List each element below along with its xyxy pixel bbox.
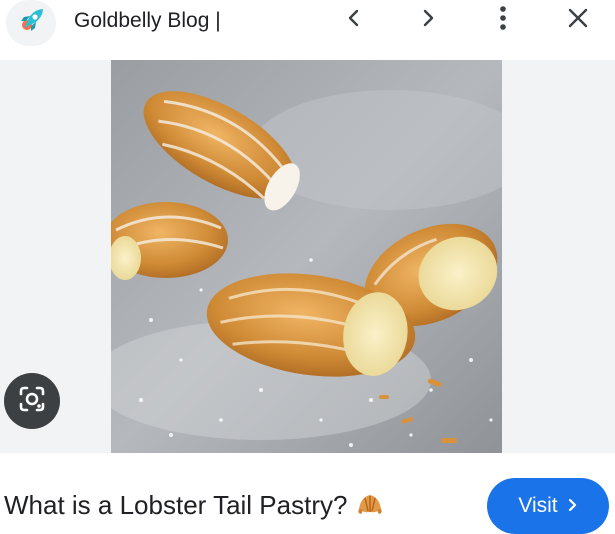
site-title[interactable]: Goldbelly Blog | xyxy=(74,8,221,34)
chevron-right-icon xyxy=(418,8,438,33)
visit-label: Visit xyxy=(518,494,558,517)
previous-button[interactable] xyxy=(336,2,372,38)
close-button[interactable] xyxy=(560,2,596,38)
viewer-header: Goldbelly Blog | xyxy=(0,0,615,60)
more-options-button[interactable] xyxy=(485,2,521,38)
rocket-icon xyxy=(16,6,46,41)
close-icon xyxy=(567,7,589,34)
result-title-text: What is a Lobster Tail Pastry? xyxy=(4,490,348,520)
more-vertical-icon xyxy=(497,5,509,36)
croissant-icon xyxy=(355,489,385,526)
lobster-tail-pastry-image[interactable] xyxy=(111,60,502,453)
chevron-left-icon xyxy=(344,8,364,33)
image-preview-area xyxy=(0,60,615,453)
google-lens-button[interactable] xyxy=(4,373,60,429)
site-favicon[interactable] xyxy=(6,0,56,46)
next-button[interactable] xyxy=(410,2,446,38)
google-lens-icon xyxy=(18,385,46,418)
chevron-right-icon xyxy=(566,494,578,518)
result-title[interactable]: What is a Lobster Tail Pastry? xyxy=(4,489,385,526)
visit-button[interactable]: Visit xyxy=(487,478,609,534)
